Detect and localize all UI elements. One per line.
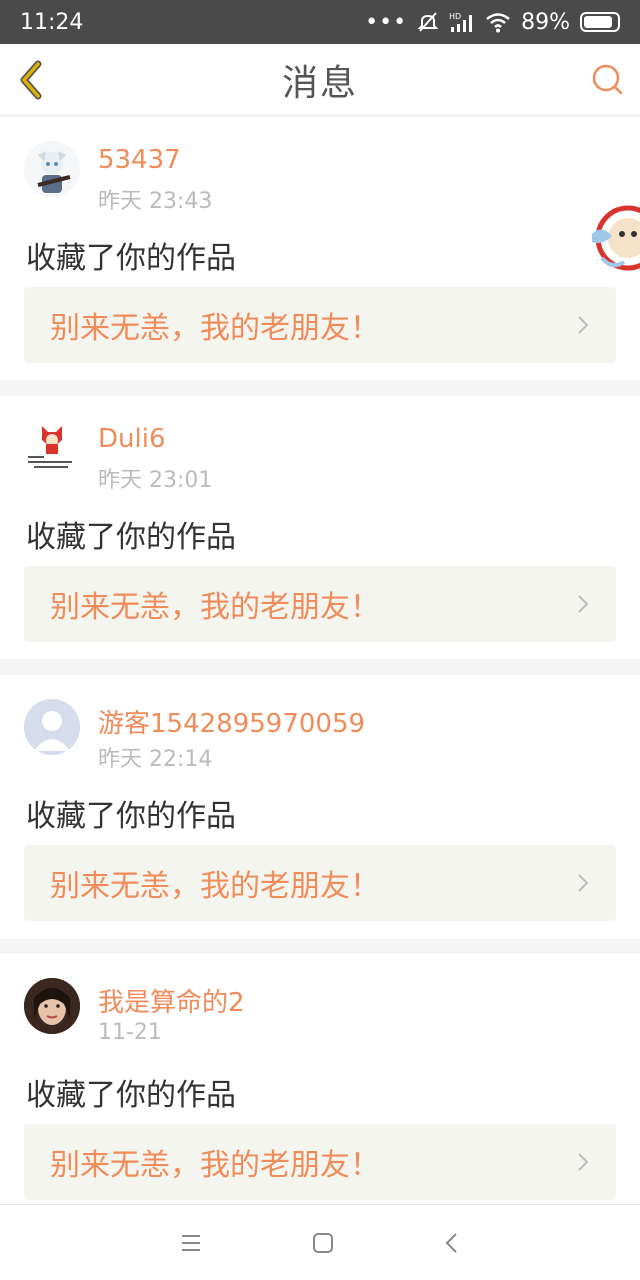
back-chevron-icon[interactable]: [14, 60, 50, 100]
avatar[interactable]: [24, 420, 80, 476]
svg-text:HD: HD: [449, 12, 461, 21]
notification-dots: •••: [365, 9, 408, 35]
work-link[interactable]: 别来无恙，我的老朋友！: [24, 566, 616, 642]
signal-icon: HD: [449, 12, 473, 32]
default-user-icon: [24, 699, 80, 755]
work-link[interactable]: 别来无恙，我的老朋友！: [24, 845, 616, 921]
status-icons: ••• HD 89%: [365, 10, 620, 35]
message-item[interactable]: 游客1542895970059 昨天 22:14 收藏了你的作品 别来无恙，我的…: [0, 675, 640, 938]
avatar[interactable]: [24, 699, 80, 755]
avatar-photo-icon: [24, 978, 80, 1034]
username[interactable]: 游客1542895970059: [98, 703, 365, 740]
avatar[interactable]: [24, 141, 80, 197]
avatar-anime-icon: [24, 141, 80, 197]
menu-icon[interactable]: [180, 1233, 202, 1253]
chevron-right-icon: [578, 316, 589, 334]
message-action: 收藏了你的作品: [26, 520, 236, 555]
message-time: 昨天 23:43: [98, 189, 213, 214]
work-title: 别来无恙，我的老朋友！: [50, 1148, 380, 1183]
username[interactable]: 53437: [98, 145, 181, 175]
username[interactable]: 我是算命的2: [98, 982, 245, 1019]
system-nav-bar: [0, 1204, 640, 1280]
work-link[interactable]: 别来无恙，我的老朋友！: [24, 287, 616, 363]
chevron-right-icon: [578, 1153, 589, 1171]
floating-mascot-icon[interactable]: [588, 198, 640, 280]
chevron-right-icon: [578, 595, 589, 613]
page-title: 消息: [281, 62, 358, 104]
message-time: 昨天 23:01: [98, 468, 213, 493]
message-action: 收藏了你的作品: [26, 241, 236, 276]
home-icon[interactable]: [312, 1232, 334, 1254]
chevron-right-icon: [578, 874, 589, 892]
header: 消息: [0, 44, 640, 116]
username[interactable]: Duli6: [98, 424, 166, 454]
battery-level: [584, 16, 613, 28]
message-action: 收藏了你的作品: [26, 1078, 236, 1113]
status-bar: 11:24 ••• HD 89%: [0, 0, 640, 44]
battery-icon: [580, 12, 620, 32]
work-title: 别来无恙，我的老朋友！: [50, 590, 380, 625]
message-action: 收藏了你的作品: [26, 799, 236, 834]
message-list: 53437 昨天 23:43 收藏了你的作品 别来无恙，我的老朋友！ Duli6…: [0, 117, 640, 1217]
status-time: 11:24: [20, 9, 84, 35]
message-item[interactable]: Duli6 昨天 23:01 收藏了你的作品 别来无恙，我的老朋友！: [0, 396, 640, 659]
wifi-icon: [486, 13, 510, 33]
work-link[interactable]: 别来无恙，我的老朋友！: [24, 1124, 616, 1200]
work-title: 别来无恙，我的老朋友！: [50, 869, 380, 904]
message-time: 11-21: [98, 1020, 162, 1045]
message-time: 昨天 22:14: [98, 747, 213, 772]
work-title: 别来无恙，我的老朋友！: [50, 311, 380, 346]
search-icon[interactable]: [590, 62, 626, 98]
back-icon[interactable]: [444, 1232, 460, 1254]
battery-percent: 89%: [521, 9, 570, 35]
message-item[interactable]: 53437 昨天 23:43 收藏了你的作品 别来无恙，我的老朋友！: [0, 117, 640, 380]
avatar-cartoon-icon: [24, 420, 80, 476]
message-item[interactable]: 我是算命的2 11-21 收藏了你的作品 别来无恙，我的老朋友！: [0, 954, 640, 1217]
avatar[interactable]: [24, 978, 80, 1034]
mute-bell-icon: [417, 12, 439, 32]
